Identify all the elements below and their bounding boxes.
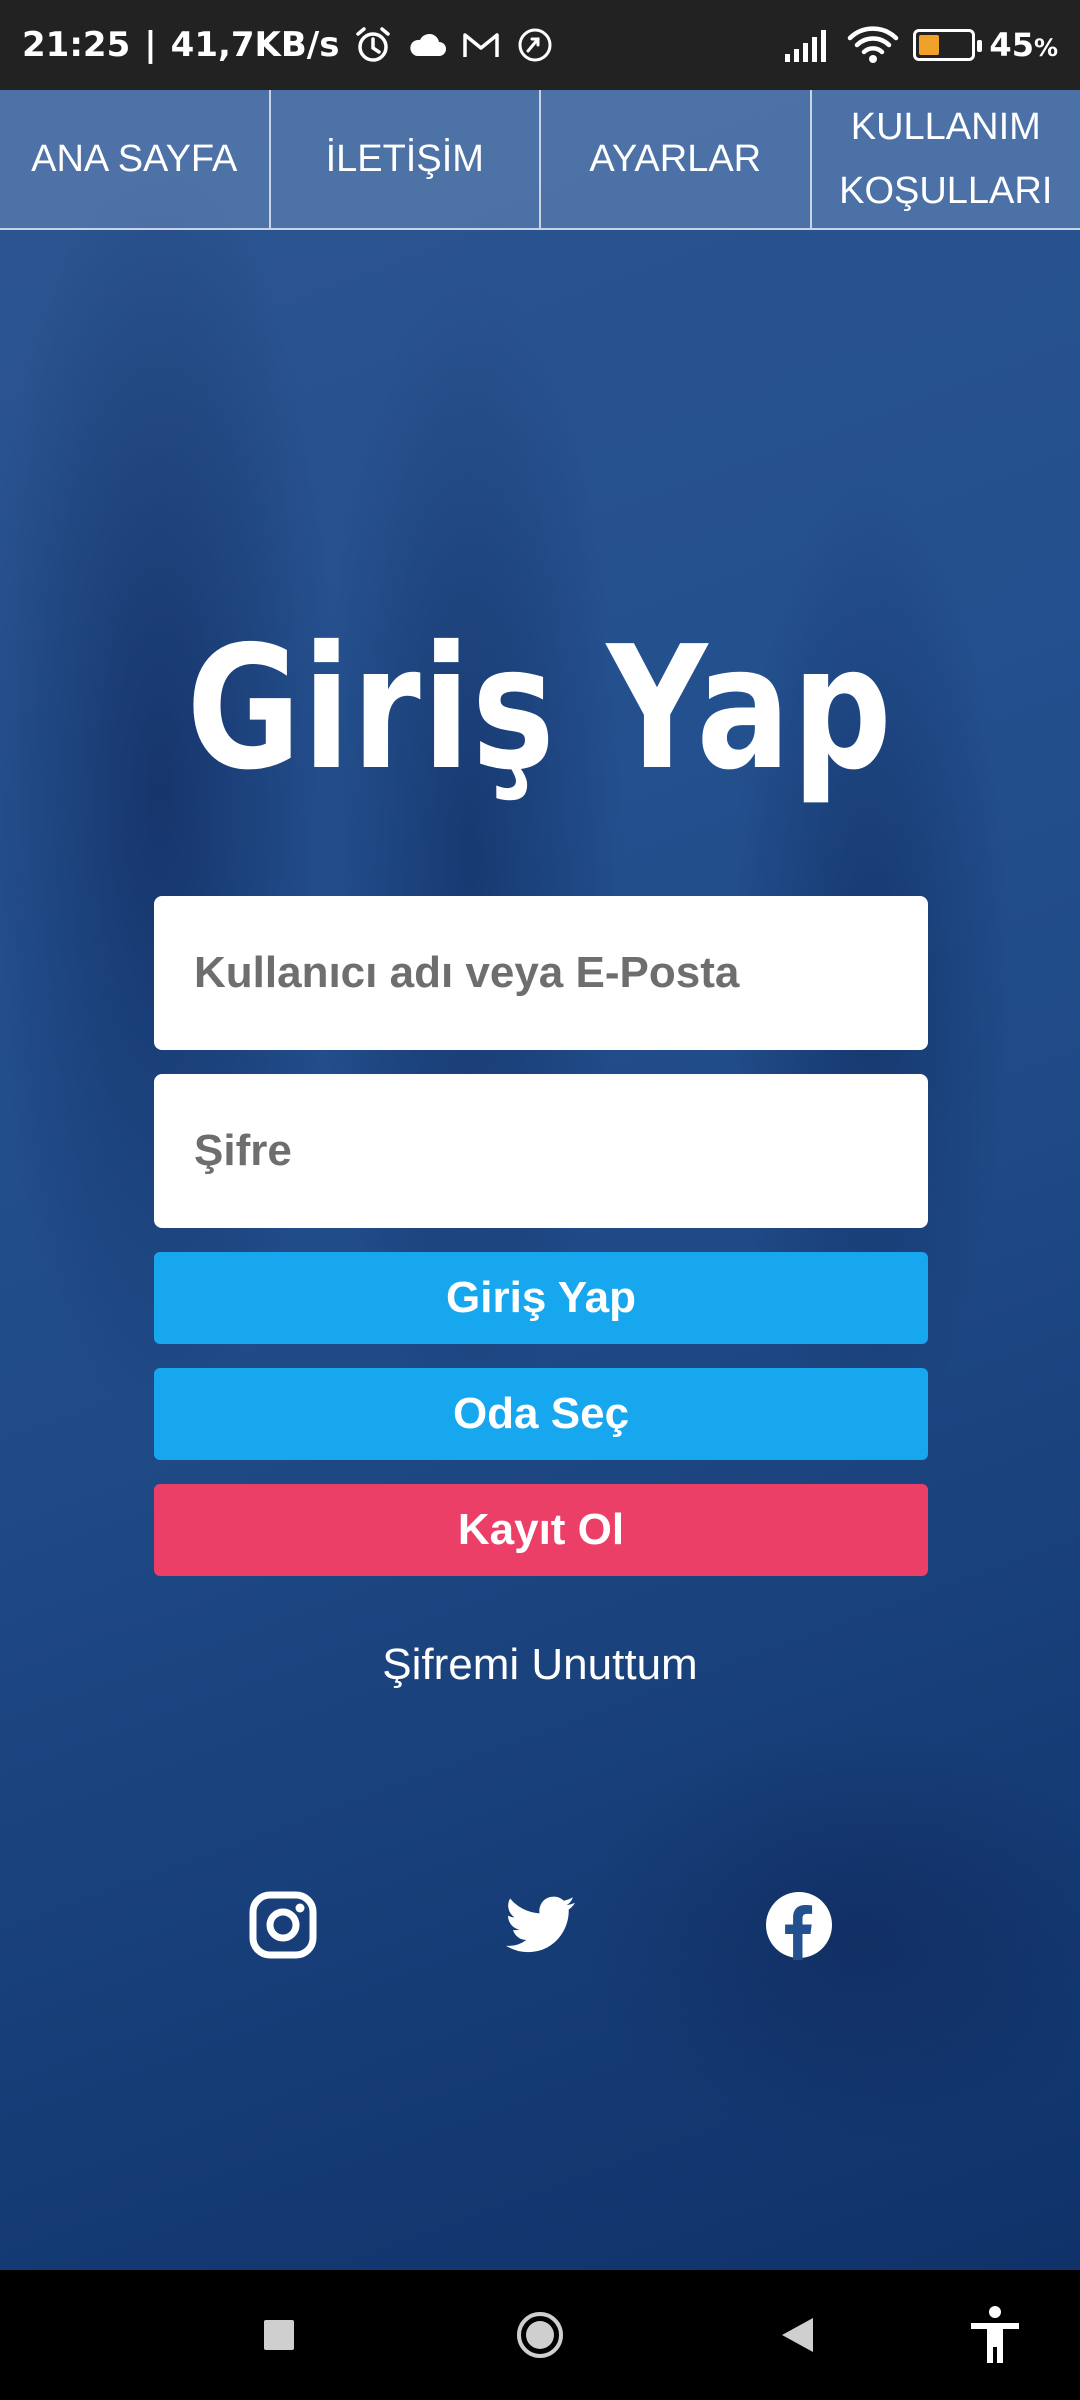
system-nav-bar <box>0 2270 1080 2400</box>
home-button[interactable] <box>480 2270 600 2400</box>
status-left: 21:25 | 41,7KB/s <box>22 25 555 65</box>
nav-item-terms[interactable]: KULLANIM KOŞULLARI <box>812 90 1080 228</box>
nav-item-settings[interactable]: AYARLAR <box>541 90 812 228</box>
register-button[interactable]: Kayıt Ol <box>154 1484 928 1576</box>
instagram-icon[interactable] <box>246 1888 320 1962</box>
status-separator: | <box>144 25 157 65</box>
signal-icon <box>783 28 833 62</box>
select-room-button[interactable]: Oda Seç <box>154 1368 928 1460</box>
sync-icon <box>515 25 555 65</box>
login-form: Giriş Yap Oda Seç Kayıt Ol <box>154 896 928 1600</box>
wifi-icon <box>847 26 899 64</box>
recents-button[interactable] <box>219 2270 339 2400</box>
accessibility-button[interactable] <box>935 2270 1055 2400</box>
page-title: Giriş Yap <box>186 610 894 808</box>
battery-percent-unit: % <box>1033 34 1058 62</box>
battery-fill <box>919 35 939 55</box>
alarm-icon <box>353 25 393 65</box>
login-button[interactable]: Giriş Yap <box>154 1252 928 1344</box>
battery-icon <box>913 29 983 61</box>
network-speed: 41,7KB/s <box>170 25 340 65</box>
gmail-icon <box>461 29 501 61</box>
status-right: 45% <box>783 26 1058 64</box>
twitter-icon[interactable] <box>504 1888 578 1962</box>
nav-item-contact[interactable]: İLETİŞİM <box>271 90 541 228</box>
forgot-password-link[interactable]: Şifremi Unuttum <box>0 1640 1080 1690</box>
clock: 21:25 <box>22 25 131 65</box>
password-input[interactable] <box>154 1074 928 1228</box>
username-input[interactable] <box>154 896 928 1050</box>
back-button[interactable] <box>737 2270 857 2400</box>
cloud-icon <box>407 30 447 60</box>
nav-item-home[interactable]: ANA SAYFA <box>0 90 271 228</box>
facebook-icon[interactable] <box>762 1888 836 1962</box>
status-bar: 21:25 | 41,7KB/s 45% <box>0 0 1080 90</box>
top-nav: ANA SAYFA İLETİŞİM AYARLAR KULLANIM KOŞU… <box>0 90 1080 230</box>
battery-percent-value: 45 <box>989 26 1034 64</box>
app-screen: ANA SAYFA İLETİŞİM AYARLAR KULLANIM KOŞU… <box>0 90 1080 2270</box>
battery-percent: 45% <box>989 26 1058 64</box>
